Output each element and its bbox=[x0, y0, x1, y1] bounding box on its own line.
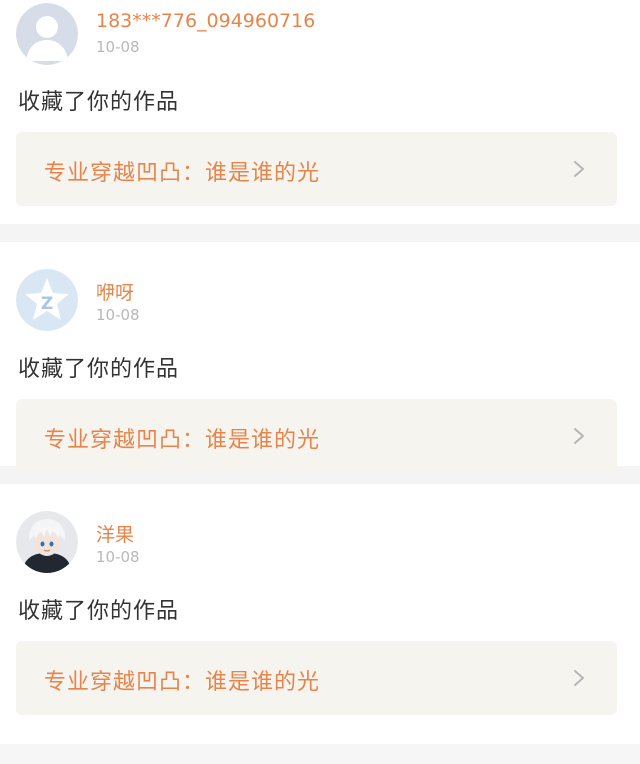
action-text: 收藏了你的作品 bbox=[18, 599, 180, 624]
action-text: 收藏了你的作品 bbox=[18, 90, 180, 115]
work-link[interactable]: 专业穿越凹凸：谁是谁的光 bbox=[16, 132, 617, 206]
timestamp: 10-08 bbox=[96, 38, 140, 56]
work-link[interactable]: 专业穿越凹凸：谁是谁的光 bbox=[16, 641, 617, 715]
notification-card: 洋果 10-08 收藏了你的作品 专业穿越凹凸：谁是谁的光 bbox=[0, 484, 640, 744]
work-title: 专业穿越凹凸：谁是谁的光 bbox=[44, 428, 321, 453]
svg-text:Z: Z bbox=[41, 294, 53, 314]
username[interactable]: 183***776_094960716 bbox=[96, 10, 315, 32]
chevron-right-icon bbox=[569, 426, 589, 446]
work-link[interactable]: 专业穿越凹凸：谁是谁的光 bbox=[16, 399, 617, 473]
notification-card: 183***776_094960716 10-08 收藏了你的作品 专业穿越凹凸… bbox=[0, 0, 640, 224]
username[interactable]: 洋果 bbox=[96, 520, 134, 547]
work-title: 专业穿越凹凸：谁是谁的光 bbox=[44, 161, 321, 186]
notification-feed: 183***776_094960716 10-08 收藏了你的作品 专业穿越凹凸… bbox=[0, 0, 640, 744]
chevron-right-icon bbox=[569, 668, 589, 688]
qzone-star-avatar-icon[interactable]: Z bbox=[16, 269, 78, 331]
timestamp: 10-08 bbox=[96, 306, 140, 324]
anime-character-avatar-icon[interactable] bbox=[16, 511, 78, 573]
chevron-right-icon bbox=[569, 159, 589, 179]
separator bbox=[0, 224, 640, 242]
default-person-avatar-icon[interactable] bbox=[16, 3, 78, 65]
work-title: 专业穿越凹凸：谁是谁的光 bbox=[44, 670, 321, 695]
timestamp: 10-08 bbox=[96, 548, 140, 566]
username[interactable]: 咿呀 bbox=[96, 278, 134, 305]
action-text: 收藏了你的作品 bbox=[18, 357, 180, 382]
notification-card: Z 咿呀 10-08 收藏了你的作品 专业穿越凹凸：谁是谁的光 bbox=[0, 242, 640, 473]
